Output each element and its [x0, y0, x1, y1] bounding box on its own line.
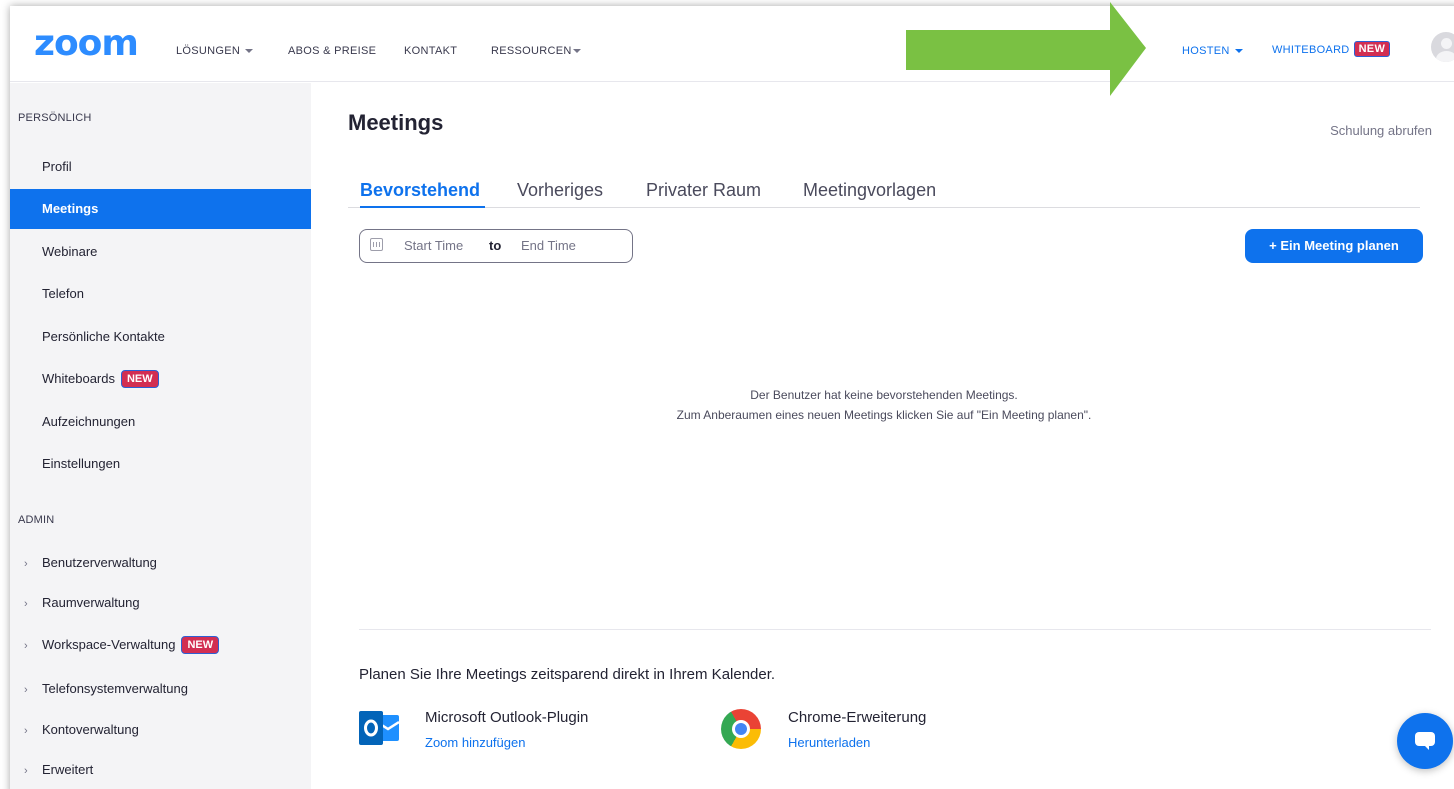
- empty-state-line-1: Der Benutzer hat keine bevorstehenden Me…: [750, 388, 1018, 402]
- user-avatar-icon[interactable]: [1431, 32, 1454, 62]
- chevron-right-icon: ›: [24, 598, 28, 610]
- top-navigation: zoom LÖSUNGEN ABOS & PREISE KONTAKT RESS…: [10, 6, 1454, 82]
- caret-down-icon: [572, 49, 581, 54]
- tab-bevorstehend[interactable]: Bevorstehend: [360, 180, 480, 201]
- sidebar-item-profil[interactable]: Profil: [10, 147, 311, 187]
- sidebar-item-raumverwaltung[interactable]: › Raumverwaltung: [10, 583, 311, 623]
- sidebar-item-persoenliche-kontakte[interactable]: Persönliche Kontakte: [10, 317, 311, 357]
- sidebar-item-einstellungen[interactable]: Einstellungen: [10, 444, 311, 484]
- caret-down-icon: [1234, 49, 1243, 54]
- date-range-separator: to: [489, 238, 502, 253]
- sidebar-item-telefon[interactable]: Telefon: [10, 274, 311, 314]
- chrome-icon: [721, 709, 761, 749]
- meeting-tabs: Bevorstehend Vorheriges Privater Raum Me…: [348, 162, 1420, 208]
- main-content: Meetings Schulung abrufen Bevorstehend V…: [311, 83, 1454, 789]
- chevron-right-icon: ›: [24, 558, 28, 570]
- training-link[interactable]: Schulung abrufen: [1330, 123, 1432, 138]
- chevron-right-icon: ›: [24, 765, 28, 777]
- chevron-right-icon: ›: [24, 640, 28, 652]
- sidebar-item-erweitert[interactable]: › Erweitert: [10, 750, 311, 789]
- tab-privater-raum[interactable]: Privater Raum: [646, 180, 761, 201]
- empty-state-message: Der Benutzer hat keine bevorstehenden Me…: [348, 385, 1420, 425]
- end-time-field[interactable]: End Time: [521, 230, 576, 262]
- page-title: Meetings: [348, 110, 444, 135]
- zoom-web-portal: zoom LÖSUNGEN ABOS & PREISE KONTAKT RESS…: [10, 6, 1454, 789]
- chevron-right-icon: ›: [24, 725, 28, 737]
- sidebar-header-personal: PERSÖNLICH: [18, 112, 92, 124]
- sidebar-item-meetings[interactable]: Meetings: [10, 189, 311, 229]
- sidebar-header-admin: ADMIN: [18, 514, 55, 526]
- tab-meetingvorlagen[interactable]: Meetingvorlagen: [803, 180, 936, 201]
- nav-whiteboard[interactable]: WHITEBOARD NEW: [1272, 41, 1391, 57]
- date-range-picker[interactable]: Start Time to End Time: [359, 229, 633, 263]
- outlook-icon: [359, 711, 399, 745]
- empty-state-line-2: Zum Anberaumen eines neuen Meetings klic…: [676, 408, 1092, 422]
- nav-hosten[interactable]: HOSTEN: [1182, 44, 1243, 58]
- section-divider: [359, 629, 1431, 630]
- add-zoom-link[interactable]: Zoom hinzufügen: [425, 735, 525, 750]
- sidebar-item-benutzerverwaltung[interactable]: › Benutzerverwaltung: [10, 543, 311, 583]
- active-tab-indicator: [360, 206, 485, 208]
- start-time-field[interactable]: Start Time: [404, 230, 463, 262]
- zoom-logo[interactable]: zoom: [34, 26, 139, 62]
- nav-kontakt[interactable]: KONTAKT: [404, 44, 457, 58]
- calendar-integration-title: Planen Sie Ihre Meetings zeitsparend dir…: [359, 666, 776, 683]
- sidebar-item-workspace-verwaltung[interactable]: › Workspace-Verwaltung NEW: [10, 625, 311, 665]
- tab-vorheriges[interactable]: Vorheriges: [517, 180, 603, 201]
- plugin-name: Microsoft Outlook-Plugin: [425, 709, 589, 726]
- nav-ressourcen[interactable]: RESSOURCEN: [491, 44, 581, 58]
- download-link[interactable]: Herunterladen: [788, 735, 870, 750]
- sidebar-item-kontoverwaltung[interactable]: › Kontoverwaltung: [10, 710, 311, 750]
- chevron-right-icon: ›: [24, 684, 28, 696]
- chat-bubble-icon[interactable]: [1397, 713, 1453, 769]
- arrow-right-icon: [906, 2, 1146, 96]
- calendar-icon: [370, 238, 383, 251]
- sidebar-item-telefonsystemverwaltung[interactable]: › Telefonsystemverwaltung: [10, 669, 311, 709]
- nav-loesungen[interactable]: LÖSUNGEN: [176, 44, 254, 58]
- new-badge: NEW: [1353, 41, 1391, 57]
- nav-abos-preise[interactable]: ABOS & PREISE: [288, 44, 376, 58]
- caret-down-icon: [245, 49, 254, 54]
- sidebar-item-aufzeichnungen[interactable]: Aufzeichnungen: [10, 402, 311, 442]
- sidebar-item-webinare[interactable]: Webinare: [10, 232, 311, 272]
- schedule-meeting-button[interactable]: + Ein Meeting planen: [1245, 229, 1423, 263]
- new-badge: NEW: [181, 636, 220, 654]
- plugin-name: Chrome-Erweiterung: [788, 709, 927, 726]
- sidebar-item-whiteboards[interactable]: Whiteboards NEW: [10, 359, 311, 399]
- new-badge: NEW: [120, 370, 159, 388]
- sidebar: PERSÖNLICH Profil Meetings Webinare Tele…: [10, 83, 311, 789]
